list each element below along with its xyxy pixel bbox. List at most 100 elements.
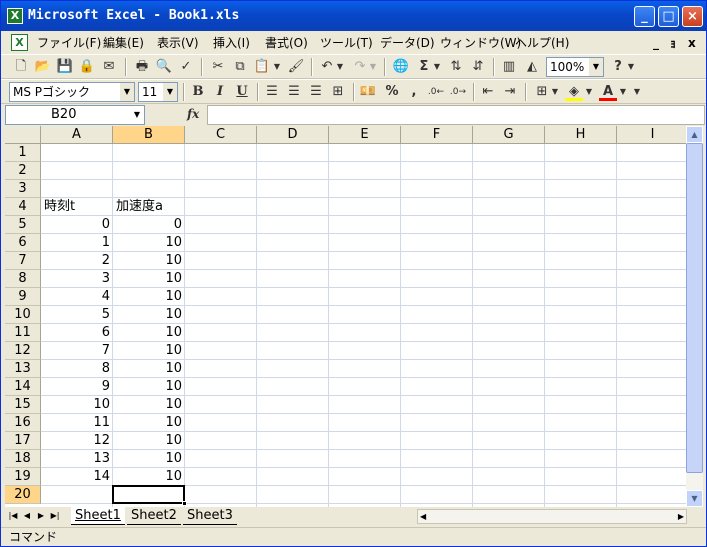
cell[interactable]: 1 xyxy=(41,234,113,252)
scroll-down-icon[interactable]: ▼ xyxy=(686,490,703,507)
hyperlink-icon[interactable]: 🌐 xyxy=(392,58,410,76)
active-cell[interactable] xyxy=(112,485,187,506)
undo-icon[interactable]: ↶ xyxy=(318,58,336,76)
row-header[interactable]: 19 xyxy=(5,468,41,486)
borders-icon[interactable]: ⊞ xyxy=(533,83,551,101)
row-header[interactable]: 4 xyxy=(5,198,41,216)
menu-item[interactable]: データ(D) xyxy=(378,34,437,52)
cell[interactable]: 8 xyxy=(41,360,113,378)
column-header[interactable]: F xyxy=(401,126,473,144)
row-header[interactable]: 20 xyxy=(5,486,41,504)
increase-decimal-icon[interactable]: .0← xyxy=(427,83,445,101)
italic-button[interactable]: I xyxy=(211,83,229,101)
column-header[interactable]: I xyxy=(617,126,686,144)
font-name-combo[interactable]: MS Pゴシック ▼ xyxy=(9,82,135,102)
column-header[interactable]: G xyxy=(473,126,545,144)
email-icon[interactable]: ✉ xyxy=(100,58,118,76)
font-size-combo[interactable]: 11 ▼ xyxy=(138,82,178,102)
cell[interactable]: 4 xyxy=(41,288,113,306)
fill-handle[interactable] xyxy=(182,501,187,506)
cell[interactable]: 10 xyxy=(113,288,185,306)
column-header[interactable]: D xyxy=(257,126,329,144)
cell[interactable]: 5 xyxy=(41,306,113,324)
cell[interactable]: 10 xyxy=(113,306,185,324)
percent-button[interactable]: % xyxy=(383,83,401,101)
undo-dropdown-icon[interactable]: ▼ xyxy=(336,58,344,76)
prev-sheet-icon[interactable]: ◀ xyxy=(21,509,33,523)
align-left-icon[interactable]: ☰ xyxy=(263,83,281,101)
fill-color-icon[interactable]: ◈ xyxy=(565,83,583,101)
bold-button[interactable]: B xyxy=(189,83,207,101)
row-header[interactable]: 13 xyxy=(5,360,41,378)
formula-input[interactable] xyxy=(207,105,705,125)
horizontal-scrollbar[interactable]: ◀ ▶ xyxy=(417,509,687,524)
redo-dropdown-icon[interactable]: ▼ xyxy=(369,58,377,76)
cell[interactable]: 10 xyxy=(113,252,185,270)
chart-wizard-icon[interactable]: ▥ xyxy=(500,58,518,76)
save-icon[interactable]: 💾 xyxy=(56,58,74,76)
cell[interactable]: 10 xyxy=(113,396,185,414)
format-painter-icon[interactable]: 🖌 xyxy=(287,58,305,76)
comma-button[interactable]: , xyxy=(405,83,423,101)
menu-item[interactable]: 挿入(I) xyxy=(211,34,252,52)
row-header[interactable]: 15 xyxy=(5,396,41,414)
menu-item[interactable]: ツール(T) xyxy=(318,34,375,52)
menu-item[interactable]: ウィンドウ(W) xyxy=(438,34,523,52)
row-header[interactable]: 6 xyxy=(5,234,41,252)
sheet-tab[interactable]: Sheet1 xyxy=(71,507,125,525)
copy-icon[interactable]: ⧉ xyxy=(231,58,249,76)
sheet-tab[interactable]: Sheet3 xyxy=(183,507,237,525)
cell[interactable]: 9 xyxy=(41,378,113,396)
row-header[interactable]: 12 xyxy=(5,342,41,360)
cell[interactable]: 13 xyxy=(41,450,113,468)
increase-indent-icon[interactable]: ⇥ xyxy=(501,83,519,101)
cell[interactable]: 10 xyxy=(113,270,185,288)
doc-close-button[interactable]: x xyxy=(688,34,696,52)
excel-icon[interactable]: X xyxy=(7,8,23,24)
drawing-icon[interactable]: ◭ xyxy=(523,58,541,76)
last-sheet-icon[interactable]: ▶| xyxy=(49,509,61,523)
column-header[interactable]: H xyxy=(545,126,617,144)
menu-item[interactable]: 書式(O) xyxy=(263,34,310,52)
cell[interactable]: 10 xyxy=(113,450,185,468)
cell[interactable]: 10 xyxy=(113,360,185,378)
cell[interactable]: 10 xyxy=(113,414,185,432)
cell[interactable]: 10 xyxy=(113,468,185,486)
chevron-down-icon[interactable]: ▼ xyxy=(163,83,177,101)
cell[interactable]: 時刻t xyxy=(41,198,113,216)
select-all-button[interactable] xyxy=(5,126,41,144)
doc-minimize-button[interactable]: _ xyxy=(653,34,659,52)
scroll-left-icon[interactable]: ◀ xyxy=(420,510,426,523)
new-icon[interactable]: 🗋 xyxy=(12,58,30,76)
paste-dropdown-icon[interactable]: ▼ xyxy=(273,58,281,76)
minimize-button[interactable]: _ xyxy=(634,6,655,27)
name-box[interactable]: B20 ▼ xyxy=(5,105,145,125)
maximize-button[interactable]: □ xyxy=(658,6,679,27)
cell[interactable]: 10 xyxy=(113,324,185,342)
currency-icon[interactable]: 💴 xyxy=(359,83,377,101)
cell[interactable]: 2 xyxy=(41,252,113,270)
menu-item[interactable]: 表示(V) xyxy=(155,34,201,52)
autosum-dropdown-icon[interactable]: ▼ xyxy=(433,58,441,76)
borders-dropdown-icon[interactable]: ▼ xyxy=(551,83,559,101)
vertical-scrollbar[interactable]: ▲ ▼ xyxy=(686,126,703,507)
column-header[interactable]: C xyxy=(185,126,257,144)
zoom-combo[interactable]: 100% ▼ xyxy=(546,57,604,77)
permission-icon[interactable]: 🔒 xyxy=(78,58,96,76)
cell[interactable]: 10 xyxy=(113,432,185,450)
column-header[interactable]: A xyxy=(41,126,113,144)
font-color-icon[interactable]: A xyxy=(599,83,617,101)
cell[interactable]: 14 xyxy=(41,468,113,486)
row-header[interactable]: 17 xyxy=(5,432,41,450)
paste-icon[interactable]: 📋 xyxy=(253,58,271,76)
cell[interactable]: 12 xyxy=(41,432,113,450)
help-icon[interactable]: ? xyxy=(609,58,627,76)
sort-descending-icon[interactable]: ⇵ xyxy=(469,58,487,76)
row-header[interactable]: 14 xyxy=(5,378,41,396)
fx-icon[interactable]: fx xyxy=(187,107,199,121)
print-icon[interactable]: 🖶 xyxy=(133,58,151,76)
open-icon[interactable]: 📂 xyxy=(34,58,52,76)
row-header[interactable]: 1 xyxy=(5,144,41,162)
sheet-tab[interactable]: Sheet2 xyxy=(127,507,181,525)
next-sheet-icon[interactable]: ▶ xyxy=(35,509,47,523)
